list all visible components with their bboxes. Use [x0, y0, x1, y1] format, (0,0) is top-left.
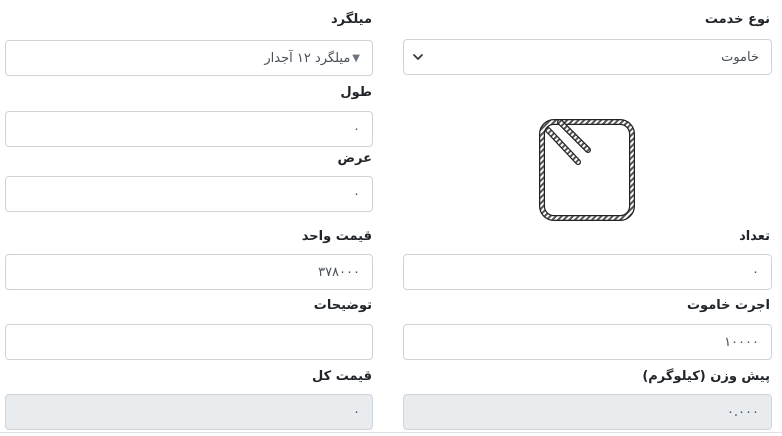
unit-price-input[interactable]: ۳۷۸۰۰۰ [5, 254, 373, 290]
description-label: توضیحات [313, 298, 372, 313]
service-type-select[interactable]: خاموت [403, 39, 772, 75]
service-type-label: نوع خدمت [704, 12, 770, 27]
stirrup-fee-label: اجرت خاموت [686, 298, 770, 313]
triangle-down-icon: ▼ [352, 52, 360, 64]
description-input[interactable] [5, 324, 373, 360]
rebar-select[interactable]: ▼ میلگرد ۱۲ آجدار [5, 40, 373, 76]
pre-weight-field: ۰.۰۰۰ [403, 394, 772, 430]
service-type-value: خاموت [721, 49, 759, 65]
stirrup-fee-input[interactable]: ۱۰۰۰۰ [403, 324, 772, 360]
rebar-value: میلگرد ۱۲ آجدار [264, 50, 351, 66]
total-price-label: قیمت کل [312, 369, 372, 384]
divider [0, 432, 782, 433]
length-label: طول [340, 85, 372, 100]
width-label: عرض [337, 151, 372, 166]
stirrup-rebar-icon [539, 119, 635, 221]
length-input[interactable]: ۰ [5, 111, 373, 147]
total-price-field: ۰ [5, 394, 373, 430]
unit-price-label: قیمت واحد [301, 229, 372, 244]
count-label: تعداد [739, 229, 770, 244]
pre-weight-label: پیش وزن (کیلوگرم) [642, 369, 770, 384]
rebar-label: میلگرد [331, 12, 372, 27]
count-input[interactable]: ۰ [403, 254, 772, 290]
width-input[interactable]: ۰ [5, 176, 373, 212]
chevron-down-icon [413, 54, 423, 60]
